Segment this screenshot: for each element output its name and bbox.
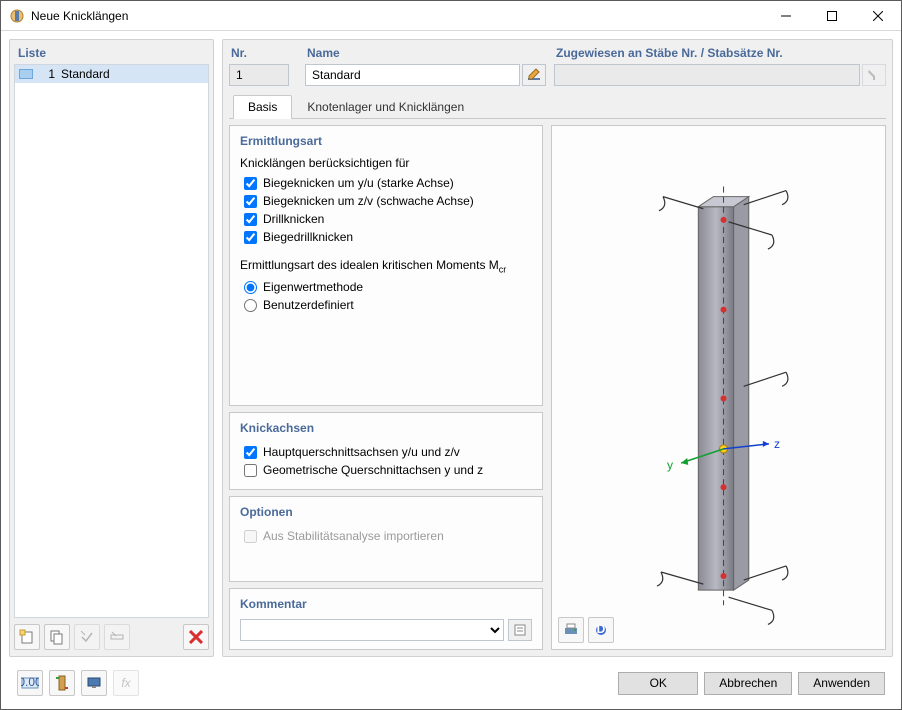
form-column: Ermittlungsart Knicklängen berücksichtig… — [229, 125, 543, 650]
window-title: Neue Knicklängen — [31, 9, 763, 23]
optionen-title: Optionen — [240, 505, 532, 519]
list-panel: Liste 1 Standard — [9, 39, 214, 657]
nr-input — [229, 64, 289, 86]
axis-y-label: y — [667, 458, 674, 472]
rad-user-defined[interactable]: Benutzerdefiniert — [240, 296, 532, 314]
knickachsen-title: Knickachsen — [240, 421, 532, 435]
preview-print-button[interactable] — [558, 617, 584, 643]
assigned-group: Zugewiesen an Stäbe Nr. / Stabsätze Nr. — [554, 46, 886, 86]
pick-members-button — [862, 64, 886, 86]
chk-flexural-yu-box[interactable] — [244, 177, 257, 190]
section-optionen: Optionen Aus Stabilitätsanalyse importie… — [229, 496, 543, 582]
top-fields: Nr. Name Zugewiesen an Stäbe Nr — [229, 46, 886, 86]
rad-eigenvalue-box[interactable] — [244, 281, 257, 294]
tab-body: Ermittlungsart Knicklängen berücksichtig… — [229, 125, 886, 650]
function-button: fx — [113, 670, 139, 696]
chk-flexural-zv-box[interactable] — [244, 195, 257, 208]
svg-text:0.00: 0.00 — [21, 675, 39, 689]
dialog-content: Liste 1 Standard — [1, 31, 901, 709]
preview-graphic: z y — [552, 126, 885, 641]
nr-label: Nr. — [229, 46, 297, 64]
apply-button[interactable]: Anwenden — [798, 672, 885, 695]
list-item-color-icon — [19, 69, 33, 79]
chk-flexural-yu[interactable]: Biegeknicken um y/u (starke Achse) — [240, 174, 532, 192]
cancel-button[interactable]: Abbrechen — [704, 672, 792, 695]
list-toolbar — [10, 618, 213, 656]
name-input[interactable] — [305, 64, 520, 86]
list-item-number: 1 — [39, 67, 55, 81]
name-group: Name — [305, 46, 546, 86]
section-kommentar: Kommentar — [229, 588, 543, 650]
minimize-button[interactable] — [763, 1, 809, 31]
app-icon — [9, 8, 25, 24]
upper-area: Liste 1 Standard — [9, 39, 893, 657]
chk-principal-axes[interactable]: Hauptquerschnittsachsen y/u und z/v — [240, 443, 532, 461]
standard-button[interactable] — [49, 670, 75, 696]
preview-view-mode-button[interactable]: D — [588, 617, 614, 643]
chk-lateral-torsional-box[interactable] — [244, 231, 257, 244]
preview-toolbar: D — [558, 617, 614, 643]
chk-torsional[interactable]: Drillknicken — [240, 210, 532, 228]
tab-row: Basis Knotenlager und Knicklängen — [229, 94, 886, 119]
rad-user-defined-box[interactable] — [244, 299, 257, 312]
new-button[interactable] — [14, 624, 40, 650]
svg-text:fx: fx — [121, 676, 131, 690]
rad-eigenvalue[interactable]: Eigenwertmethode — [240, 278, 532, 296]
ermittlungsart-title: Ermittlungsart — [240, 134, 532, 148]
include-button — [74, 624, 100, 650]
display-button[interactable] — [81, 670, 107, 696]
details-panel: Nr. Name Zugewiesen an Stäbe Nr — [222, 39, 893, 657]
axis-z-label: z — [774, 437, 780, 451]
assigned-label: Zugewiesen an Stäbe Nr. / Stabsätze Nr. — [554, 46, 886, 64]
mcr-subhead: Ermittlungsart des idealen kritischen Mo… — [240, 258, 532, 274]
close-button[interactable] — [855, 1, 901, 31]
rename-button[interactable] — [522, 64, 546, 86]
chk-geometric-axes[interactable]: Geometrische Querschnittachsen y und z — [240, 461, 532, 479]
chk-import-stability-box — [244, 530, 257, 543]
chk-geometric-axes-box[interactable] — [244, 464, 257, 477]
copy-button[interactable] — [44, 624, 70, 650]
chk-principal-axes-box[interactable] — [244, 446, 257, 459]
list-item[interactable]: 1 Standard — [15, 65, 208, 83]
chk-flexural-zv[interactable]: Biegeknicken um z/v (schwache Achse) — [240, 192, 532, 210]
name-label: Name — [305, 46, 546, 64]
maximize-button[interactable] — [809, 1, 855, 31]
chk-torsional-box[interactable] — [244, 213, 257, 226]
chk-import-stability: Aus Stabilitätsanalyse importieren — [240, 527, 532, 545]
kommentar-combo[interactable] — [240, 619, 504, 641]
chk-lateral-torsional[interactable]: Biegedrillknicken — [240, 228, 532, 246]
bottom-bar: 0.00 fx OK Abbrechen Anwenden — [9, 665, 893, 701]
ok-button[interactable]: OK — [618, 672, 698, 695]
tab-nodal-supports[interactable]: Knotenlager und Knicklängen — [292, 95, 479, 119]
units-button[interactable]: 0.00 — [17, 670, 43, 696]
delete-button[interactable] — [183, 624, 209, 650]
list-area[interactable]: 1 Standard — [14, 64, 209, 618]
dialog-window: Neue Knicklängen Liste 1 Standard — [0, 0, 902, 710]
section-ermittlungsart: Ermittlungsart Knicklängen berücksichtig… — [229, 125, 543, 406]
exclude-button — [104, 624, 130, 650]
svg-text:D: D — [597, 622, 606, 636]
assigned-input[interactable] — [554, 64, 860, 86]
nr-group: Nr. — [229, 46, 297, 86]
section-knickachsen: Knickachsen Hauptquerschnittsachsen y/u … — [229, 412, 543, 490]
titlebar: Neue Knicklängen — [1, 1, 901, 31]
list-item-label: Standard — [61, 67, 110, 81]
kommentar-title: Kommentar — [240, 597, 532, 611]
preview-panel[interactable]: z y D — [551, 125, 886, 650]
buckling-subhead: Knicklängen berücksichtigen für — [240, 156, 532, 170]
kommentar-edit-button[interactable] — [508, 619, 532, 641]
tab-basis[interactable]: Basis — [233, 95, 292, 119]
list-header: Liste — [10, 40, 213, 64]
